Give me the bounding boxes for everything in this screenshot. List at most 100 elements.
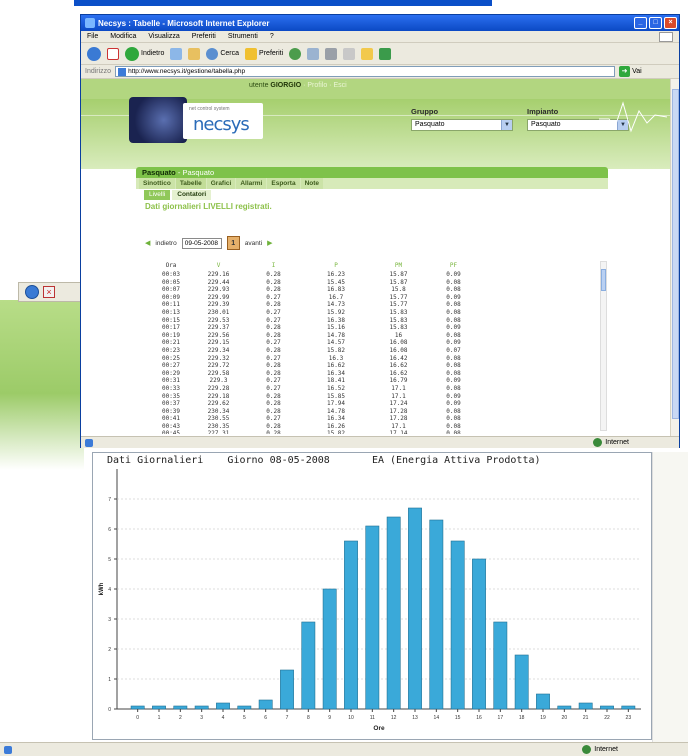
table-cell: 17.1	[391, 384, 406, 392]
search-button[interactable]: Cerca	[206, 47, 239, 60]
page-scroll-thumb[interactable]	[672, 89, 679, 419]
table-scrollbar[interactable]	[600, 261, 607, 431]
table-cell: 15.82	[326, 346, 346, 354]
table-cell: 230.34	[207, 407, 230, 415]
table-cell: 0.27	[266, 308, 281, 316]
chart-panel: Dati Giornalieri Giorno 08-05-2008 EA (E…	[92, 452, 652, 740]
x-tick-label: 6	[264, 715, 267, 721]
subtab-contatori[interactable]: Contatori	[172, 190, 212, 200]
table-cell: 16.26	[326, 422, 346, 430]
table-cell: 14.57	[326, 339, 346, 347]
nav-forward-link[interactable]: avanti	[245, 240, 262, 247]
history-button[interactable]	[289, 47, 302, 60]
arrow-left-icon[interactable]: ◀	[145, 239, 150, 247]
mail-button[interactable]	[307, 47, 320, 60]
x-axis-label: Ore	[373, 725, 385, 732]
menu-modifica[interactable]: Modifica	[110, 33, 136, 40]
table-cell: 17.94	[326, 400, 346, 408]
table-cell: 0.08	[446, 301, 461, 309]
table-cell: 0.28	[266, 346, 281, 354]
table-cell: 0.08	[446, 415, 461, 423]
menu-file[interactable]: File	[87, 33, 98, 40]
table-row: 00:03 229.16 0.28 16.23 15.87 0.09	[151, 271, 481, 279]
section-bar: Pasquato - Pasquato	[136, 167, 608, 178]
user-links[interactable]: · Profilo · Esci	[303, 82, 347, 89]
table-cell: 229.99	[207, 293, 230, 301]
x-tick-label: 19	[540, 715, 546, 721]
stop-button[interactable]	[107, 47, 119, 60]
table-cell: 0.08	[446, 407, 461, 415]
background-status-bar: Internet	[0, 742, 688, 756]
table-cell: 0.09	[446, 377, 461, 385]
menu-visualizza[interactable]: Visualizza	[148, 33, 179, 40]
home-button[interactable]	[188, 47, 201, 60]
subtab-livelli[interactable]: Livelli	[144, 190, 171, 200]
folder-button[interactable]	[361, 47, 374, 60]
table-scroll-thumb[interactable]	[601, 269, 606, 291]
table-cell: 229.18	[207, 392, 230, 400]
globe-logo-icon	[129, 97, 187, 143]
tab-sinottico[interactable]: Sinottico	[139, 178, 175, 189]
menu-preferiti[interactable]: Preferiti	[192, 33, 216, 40]
table-cell: 229.34	[207, 346, 230, 354]
tab-allarmi[interactable]: Allarmi	[236, 178, 267, 189]
tab-tabelle[interactable]: Tabelle	[175, 178, 206, 189]
main-tabs: Sinottico Tabelle Grafici Allarmi Esport…	[136, 178, 608, 189]
table-cell: 14.78	[326, 331, 346, 339]
print-button[interactable]	[325, 47, 338, 60]
column-header: V	[216, 261, 221, 269]
indietro-button[interactable]: Indietro	[125, 46, 164, 61]
table-header-row: Ora V I P PM PF	[151, 259, 481, 271]
window-titlebar: Necsys : Tabelle - Microsoft Internet Ex…	[81, 15, 679, 31]
close-button[interactable]: ×	[664, 17, 677, 29]
go-button[interactable]: ➜ Vai	[619, 66, 642, 77]
table-cell: 0.08	[446, 286, 461, 294]
user-prefix: utente	[249, 82, 269, 89]
page-scrollbar[interactable]	[670, 79, 679, 436]
x-tick-label: 17	[498, 715, 504, 721]
address-input[interactable]: http://www.necsys.it/gestione/tabella.ph…	[115, 66, 616, 77]
gruppo-value: Pasquato	[415, 121, 445, 128]
table-cell: 0.27	[266, 339, 281, 347]
table-row: 00:23 229.34 0.28 15.82 16.08 0.07	[151, 347, 481, 355]
window-title: Necsys : Tabelle - Microsoft Internet Ex…	[98, 18, 270, 28]
table-cell: 14.78	[326, 407, 346, 415]
section-crumb: - Pasquato	[177, 168, 215, 177]
table-cell: 16.23	[326, 271, 346, 278]
tab-esporta[interactable]: Esporta	[267, 178, 300, 189]
bar	[600, 705, 614, 710]
favorites-button[interactable]: Preferiti	[245, 47, 283, 60]
tab-grafici[interactable]: Grafici	[206, 178, 236, 189]
window-buttons: _ □ ×	[634, 17, 677, 29]
y-tick-label: 0	[108, 707, 111, 713]
menu-help[interactable]: ?	[270, 33, 274, 40]
messenger-button[interactable]	[379, 47, 392, 60]
refresh-button[interactable]	[170, 47, 183, 60]
page-title: Dati giornalieri LIVELLI registrati.	[145, 202, 272, 211]
x-tick-label: 20	[562, 715, 568, 721]
star-icon	[245, 47, 258, 60]
back-button[interactable]	[87, 46, 101, 61]
table-cell: 0.28	[266, 407, 281, 415]
table-cell: 15.16	[326, 324, 346, 332]
table-cell: 0.09	[446, 324, 461, 332]
search-icon	[206, 47, 219, 60]
table-row: 00:29 229.58 0.28 16.34 16.62 0.08	[151, 370, 481, 378]
maximize-button[interactable]: □	[649, 17, 662, 29]
calendar-icon[interactable]: 1	[226, 236, 240, 250]
tab-note[interactable]: Note	[300, 178, 324, 189]
arrow-right-icon[interactable]: ▶	[267, 239, 272, 247]
table-row: 00:31 229.3 0.27 18.41 16.79 0.09	[151, 377, 481, 385]
date-input[interactable]	[181, 237, 222, 249]
gruppo-select[interactable]: Pasquato ▼	[411, 119, 513, 131]
nav-back-link[interactable]: indietro	[155, 240, 176, 247]
table-row: 00:11 229.39 0.28 14.73 15.77 0.08	[151, 301, 481, 309]
minimize-button[interactable]: _	[634, 17, 647, 29]
edit-button[interactable]	[343, 47, 356, 60]
table-cell: 0.08	[446, 422, 461, 430]
table-cell: 0.27	[266, 415, 281, 423]
table-cell: 16.3	[328, 354, 344, 362]
table-cell: 00:25	[161, 354, 181, 362]
bar	[429, 519, 444, 710]
menu-strumenti[interactable]: Strumenti	[228, 33, 258, 40]
